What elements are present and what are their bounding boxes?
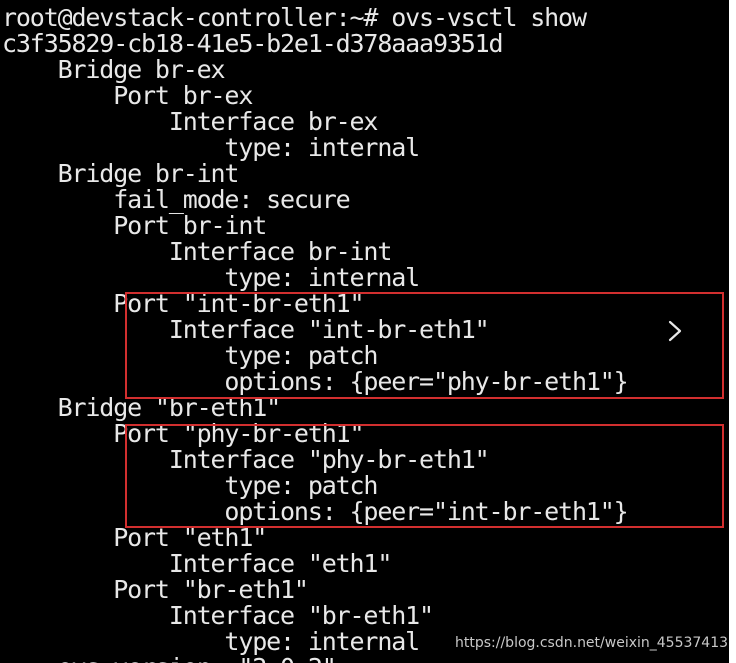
terminal-line: Interface br-ex: [2, 107, 379, 136]
terminal-line: fail_mode: secure: [2, 185, 350, 214]
terminal-line: Interface "br-eth1": [2, 601, 434, 630]
highlight-box-int-br-eth1: [125, 292, 724, 399]
terminal-line-prompt: root@devstack-controller:~# ovs-vsctl sh…: [2, 3, 587, 32]
terminal-line: Port "br-eth1": [2, 575, 309, 604]
terminal-line: Interface "eth1": [2, 549, 393, 578]
chevron-right-icon[interactable]: [664, 319, 686, 343]
terminal-line: type: internal: [2, 627, 420, 656]
terminal-line: type: internal: [2, 133, 420, 162]
terminal-window[interactable]: root@devstack-controller:~# ovs-vsctl sh…: [0, 0, 729, 663]
terminal-line-uuid: c3f35829-cb18-41e5-b2e1-d378aaa9351d: [2, 29, 504, 58]
terminal-line: Port br-int: [2, 211, 267, 240]
highlight-box-phy-br-eth1: [125, 424, 724, 528]
terminal-line: type: internal: [2, 263, 420, 292]
watermark-url: https://blog.csdn.net/weixin_45537413: [455, 635, 729, 651]
right-edge-strip: [729, 0, 736, 663]
terminal-line: Bridge br-ex: [2, 55, 226, 84]
terminal-line: Port br-ex: [2, 81, 253, 110]
terminal-line: Port "eth1": [2, 523, 267, 552]
terminal-line: ovs_version: "2.0.2": [2, 655, 337, 663]
terminal-line: Bridge br-int: [2, 159, 240, 188]
terminal-line: Interface br-int: [2, 237, 393, 266]
